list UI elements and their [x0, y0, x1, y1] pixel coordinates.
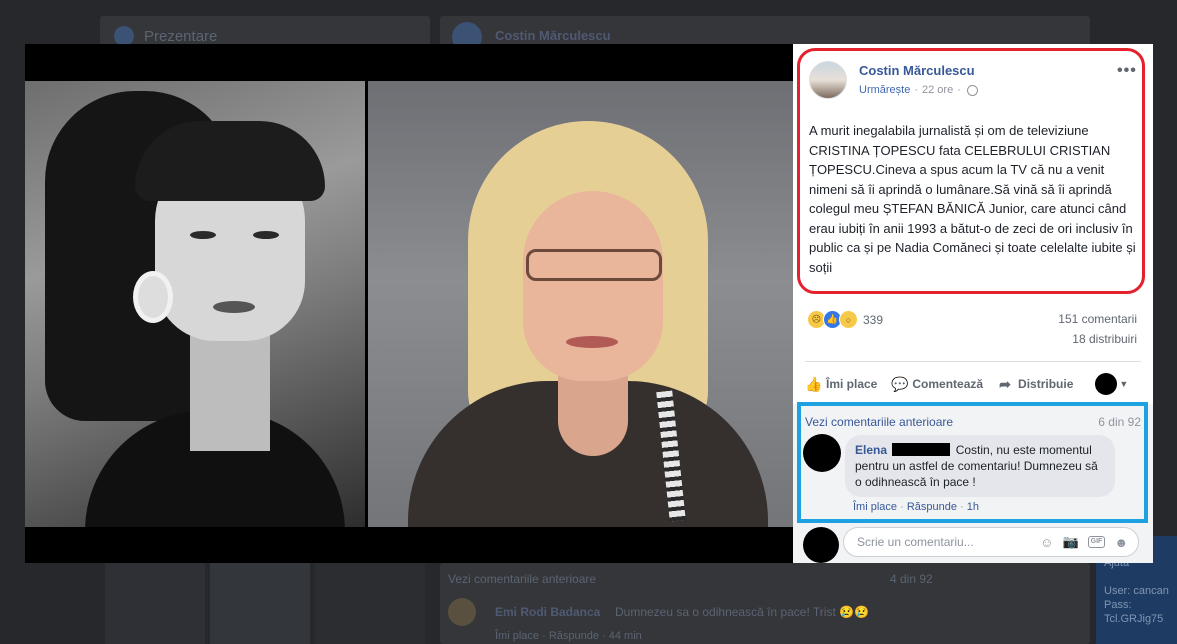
write-comment-box[interactable]: ☺ 📷 GIF ☻ [843, 527, 1139, 557]
photo-color-portrait [368, 81, 793, 527]
photo-thumbnail [105, 563, 205, 644]
globe-icon [114, 26, 134, 46]
commenter-avatar[interactable] [803, 434, 841, 472]
shares-count[interactable]: 18 distribuiri [1072, 332, 1137, 346]
side-line: User: cancan [1104, 585, 1169, 597]
post-meta: Urmărește · 22 ore · [859, 84, 978, 96]
chevron-down-icon[interactable]: ▼ [1119, 379, 1128, 389]
comment-icon: 💬 [891, 376, 909, 392]
separator: · [900, 501, 904, 513]
divider [805, 361, 1141, 362]
more-options-icon[interactable]: ••• [1117, 62, 1137, 80]
photo-bw-portrait [25, 81, 365, 527]
bg-comment-text: Dumnezeu sa o odihnească în pace! Trist … [615, 605, 870, 619]
photo-thumbnail [210, 563, 310, 644]
my-avatar [803, 527, 839, 563]
comment-input-icons: ☺ 📷 GIF ☻ [1040, 534, 1138, 550]
bg-comment-reply: Răspunde [548, 630, 599, 642]
comment-time[interactable]: 1h [967, 501, 979, 513]
bg-comment-like: Îmi place [495, 630, 540, 642]
post-photo[interactable] [25, 81, 793, 527]
comment-bubble: Elena Costin, nu este momentul pentru un… [845, 435, 1115, 497]
like-label: Îmi place [826, 377, 878, 391]
camera-icon[interactable]: 📷 [1062, 534, 1078, 550]
comments-section: Vezi comentariile anterioare 6 din 92 El… [793, 404, 1153, 563]
post-actions: 👍 Îmi place 💬 Comentează ➦ Distribuie ▼ [805, 371, 1141, 397]
bg-prev-count: 4 din 92 [890, 572, 933, 586]
share-label: Distribuie [1018, 377, 1074, 391]
globe-icon [966, 84, 978, 96]
share-icon: ➦ [999, 376, 1011, 392]
bg-comment-time: 44 min [608, 630, 642, 642]
bg-comment-author: Emi Rodi Badanca [495, 605, 601, 619]
commenter-name[interactable]: Elena [855, 443, 887, 457]
bg-author-name: Costin Mărculescu [495, 28, 611, 43]
photo-thumbnail [315, 563, 425, 644]
comment-reply-link[interactable]: Răspunde [907, 501, 957, 513]
like-button[interactable]: 👍 Îmi place [805, 376, 877, 392]
avatar [448, 598, 476, 626]
comments-shown-count: 6 din 92 [1098, 415, 1141, 429]
side-line: Pass: [1104, 599, 1132, 611]
side-line: Tcl.GRJig75 [1104, 613, 1164, 625]
bg-comment-actions: Îmi place · Răspunde · 44 min [495, 630, 642, 642]
separator: · [960, 501, 964, 513]
comment-actions: Îmi place · Răspunde · 1h [853, 501, 979, 513]
author-avatar[interactable] [809, 61, 847, 99]
meta-separator: · [957, 84, 961, 96]
reactions-summary[interactable]: ☹ 👍 ○ 339 [807, 310, 883, 329]
thumbs-up-icon: 👍 [805, 376, 823, 392]
bg-prev-comments: Vezi comentariile anterioare [448, 572, 597, 586]
comment-input[interactable] [855, 534, 1019, 550]
post-text: A murit inegalabila jurnalistă și om de … [809, 123, 1136, 275]
share-as-avatar[interactable] [1095, 373, 1118, 395]
photo-viewer[interactable] [25, 44, 793, 563]
comment-like-link[interactable]: Îmi place [853, 501, 897, 513]
redacted-name [892, 443, 951, 456]
comments-count[interactable]: 151 comentarii [1058, 312, 1137, 326]
follow-link[interactable]: Urmărește [859, 84, 910, 96]
gif-icon[interactable]: GIF [1087, 536, 1106, 548]
sticker-icon[interactable]: ☻ [1114, 535, 1128, 550]
comment-button[interactable]: 💬 Comentează [891, 376, 983, 392]
meta-separator: · [914, 84, 919, 96]
emoji-icon[interactable]: ☺ [1040, 535, 1053, 550]
reactions-count[interactable]: 339 [863, 313, 883, 327]
comment-label: Comentează [912, 377, 984, 391]
share-button[interactable]: ➦ Distribuie [997, 376, 1073, 392]
wow-reaction-icon: ○ [839, 310, 858, 329]
post-time[interactable]: 22 ore [922, 84, 953, 96]
view-previous-comments-link[interactable]: Vezi comentariile anterioare [805, 415, 953, 429]
post-panel: Costin Mărculescu Urmărește · 22 ore · •… [793, 44, 1153, 563]
author-name[interactable]: Costin Mărculescu [859, 63, 975, 78]
intro-label: Prezentare [144, 28, 218, 45]
